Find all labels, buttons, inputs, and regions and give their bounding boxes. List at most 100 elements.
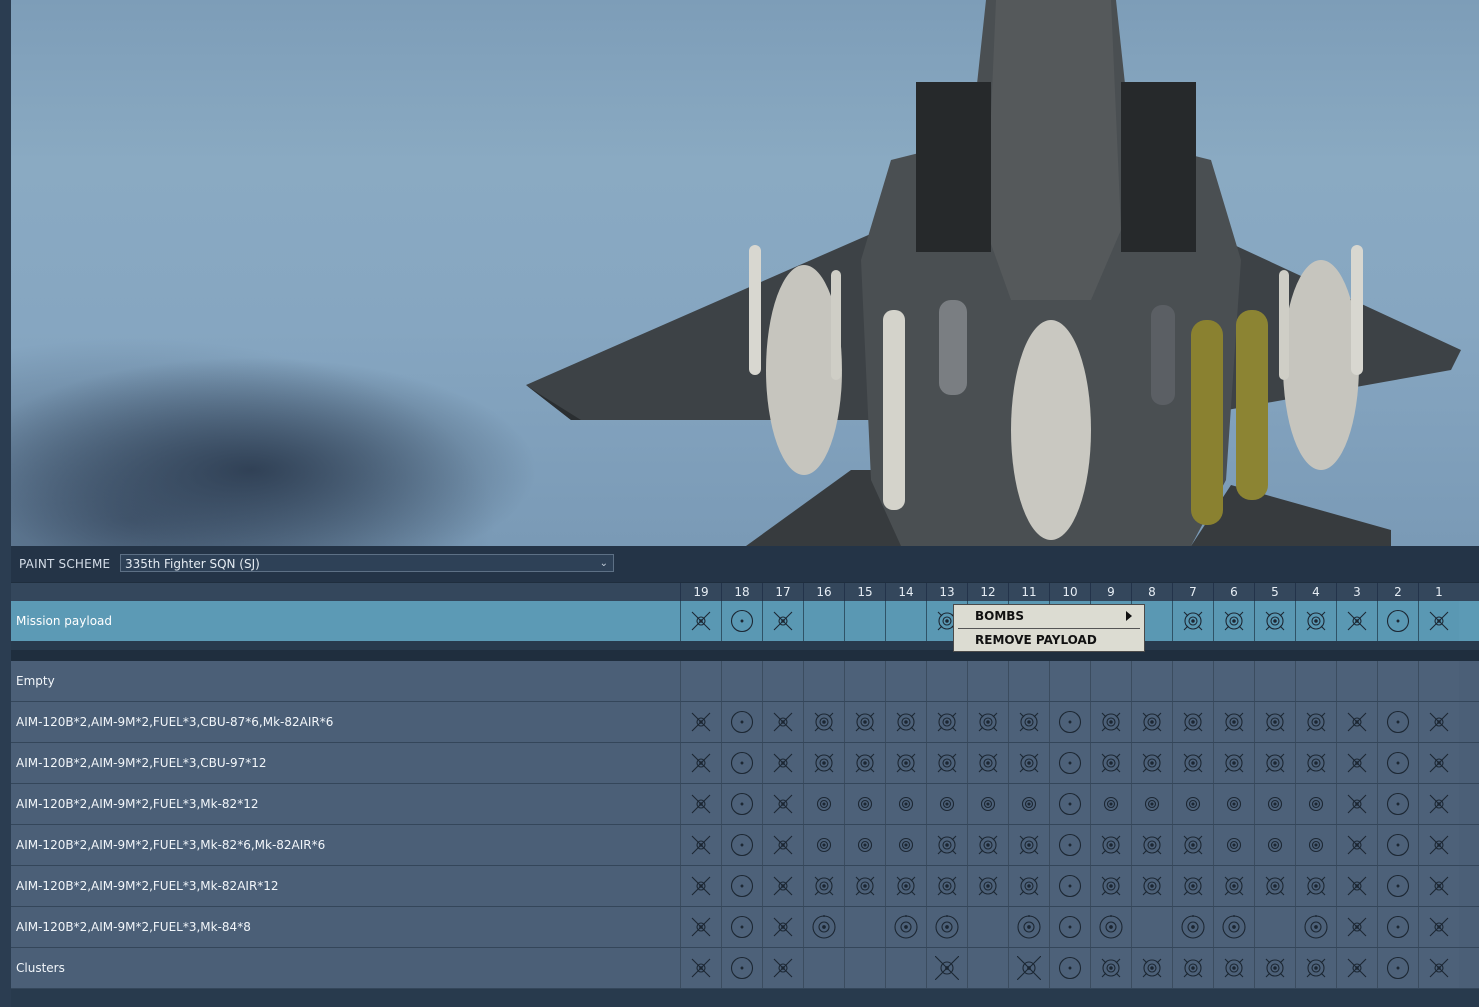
station-cell-19[interactable] bbox=[680, 866, 721, 906]
loadout-row[interactable]: AIM-120B*2,AIM-9M*2,FUEL*3,Mk-82AIR*12 bbox=[11, 866, 1479, 907]
station-cell-11[interactable] bbox=[1008, 661, 1049, 701]
station-cell-5[interactable] bbox=[1254, 743, 1295, 783]
station-cell-4[interactable] bbox=[1295, 866, 1336, 906]
station-cell-5[interactable] bbox=[1254, 866, 1295, 906]
station-cell-18[interactable] bbox=[721, 825, 762, 865]
station-cell-9[interactable] bbox=[1090, 948, 1131, 988]
station-cell-1[interactable] bbox=[1418, 743, 1459, 783]
station-cell-16[interactable] bbox=[803, 601, 844, 641]
station-cell-2[interactable] bbox=[1377, 866, 1418, 906]
station-cell-14[interactable] bbox=[885, 743, 926, 783]
station-cell-12[interactable] bbox=[967, 784, 1008, 824]
station-cell-7[interactable] bbox=[1172, 948, 1213, 988]
station-cell-1[interactable] bbox=[1418, 948, 1459, 988]
station-cell-1[interactable] bbox=[1418, 661, 1459, 701]
station-cell-4[interactable] bbox=[1295, 948, 1336, 988]
station-cell-9[interactable] bbox=[1090, 784, 1131, 824]
station-cell-17[interactable] bbox=[762, 907, 803, 947]
station-cell-9[interactable] bbox=[1090, 661, 1131, 701]
mission-payload-row[interactable]: Mission payload bbox=[11, 601, 1479, 641]
station-cell-13[interactable] bbox=[926, 948, 967, 988]
station-cell-13[interactable] bbox=[926, 702, 967, 742]
station-cell-5[interactable] bbox=[1254, 702, 1295, 742]
station-cell-10[interactable] bbox=[1049, 784, 1090, 824]
station-cell-5[interactable] bbox=[1254, 825, 1295, 865]
station-cell-17[interactable] bbox=[762, 866, 803, 906]
station-cell-10[interactable] bbox=[1049, 661, 1090, 701]
station-cell-7[interactable] bbox=[1172, 601, 1213, 641]
station-cell-15[interactable] bbox=[844, 661, 885, 701]
station-cell-14[interactable] bbox=[885, 907, 926, 947]
station-cell-8[interactable] bbox=[1131, 784, 1172, 824]
station-cell-15[interactable] bbox=[844, 948, 885, 988]
station-cell-10[interactable] bbox=[1049, 825, 1090, 865]
station-cell-10[interactable] bbox=[1049, 948, 1090, 988]
station-cell-4[interactable] bbox=[1295, 661, 1336, 701]
station-cell-4[interactable] bbox=[1295, 601, 1336, 641]
station-cell-18[interactable] bbox=[721, 601, 762, 641]
station-cell-6[interactable] bbox=[1213, 825, 1254, 865]
menu-item-remove-payload[interactable]: REMOVE PAYLOAD bbox=[954, 629, 1144, 652]
station-cell-18[interactable] bbox=[721, 866, 762, 906]
station-cell-7[interactable] bbox=[1172, 661, 1213, 701]
station-cell-4[interactable] bbox=[1295, 825, 1336, 865]
station-cell-7[interactable] bbox=[1172, 907, 1213, 947]
station-cell-3[interactable] bbox=[1336, 907, 1377, 947]
station-cell-1[interactable] bbox=[1418, 907, 1459, 947]
station-cell-1[interactable] bbox=[1418, 825, 1459, 865]
station-cell-5[interactable] bbox=[1254, 784, 1295, 824]
station-cell-6[interactable] bbox=[1213, 601, 1254, 641]
station-cell-2[interactable] bbox=[1377, 743, 1418, 783]
station-cell-19[interactable] bbox=[680, 784, 721, 824]
loadout-row[interactable]: AIM-120B*2,AIM-9M*2,FUEL*3,Mk-84*8 bbox=[11, 907, 1479, 948]
station-cell-12[interactable] bbox=[967, 825, 1008, 865]
station-cell-4[interactable] bbox=[1295, 907, 1336, 947]
loadout-row[interactable]: AIM-120B*2,AIM-9M*2,FUEL*3,CBU-87*6,Mk-8… bbox=[11, 702, 1479, 743]
station-cell-8[interactable] bbox=[1131, 948, 1172, 988]
station-cell-18[interactable] bbox=[721, 702, 762, 742]
station-cell-10[interactable] bbox=[1049, 702, 1090, 742]
station-cell-17[interactable] bbox=[762, 784, 803, 824]
station-cell-8[interactable] bbox=[1131, 866, 1172, 906]
station-cell-14[interactable] bbox=[885, 825, 926, 865]
station-cell-6[interactable] bbox=[1213, 866, 1254, 906]
station-cell-17[interactable] bbox=[762, 825, 803, 865]
station-cell-3[interactable] bbox=[1336, 743, 1377, 783]
station-cell-13[interactable] bbox=[926, 907, 967, 947]
station-cell-8[interactable] bbox=[1131, 743, 1172, 783]
station-cell-9[interactable] bbox=[1090, 702, 1131, 742]
station-cell-7[interactable] bbox=[1172, 784, 1213, 824]
station-cell-6[interactable] bbox=[1213, 661, 1254, 701]
station-cell-11[interactable] bbox=[1008, 702, 1049, 742]
station-cell-19[interactable] bbox=[680, 743, 721, 783]
station-cell-4[interactable] bbox=[1295, 702, 1336, 742]
station-cell-10[interactable] bbox=[1049, 743, 1090, 783]
station-cell-16[interactable] bbox=[803, 784, 844, 824]
station-cell-13[interactable] bbox=[926, 661, 967, 701]
station-cell-18[interactable] bbox=[721, 907, 762, 947]
loadout-row[interactable]: AIM-120B*2,AIM-9M*2,FUEL*3,Mk-82*6,Mk-82… bbox=[11, 825, 1479, 866]
station-cell-17[interactable] bbox=[762, 661, 803, 701]
station-cell-3[interactable] bbox=[1336, 948, 1377, 988]
station-cell-7[interactable] bbox=[1172, 702, 1213, 742]
station-cell-2[interactable] bbox=[1377, 825, 1418, 865]
station-cell-15[interactable] bbox=[844, 907, 885, 947]
station-cell-9[interactable] bbox=[1090, 866, 1131, 906]
station-cell-19[interactable] bbox=[680, 601, 721, 641]
station-cell-15[interactable] bbox=[844, 825, 885, 865]
station-cell-4[interactable] bbox=[1295, 784, 1336, 824]
station-cell-16[interactable] bbox=[803, 907, 844, 947]
station-cell-16[interactable] bbox=[803, 866, 844, 906]
station-cell-6[interactable] bbox=[1213, 702, 1254, 742]
station-cell-3[interactable] bbox=[1336, 661, 1377, 701]
loadout-row[interactable]: AIM-120B*2,AIM-9M*2,FUEL*3,Mk-82*12 bbox=[11, 784, 1479, 825]
station-cell-11[interactable] bbox=[1008, 784, 1049, 824]
station-cell-18[interactable] bbox=[721, 661, 762, 701]
station-cell-6[interactable] bbox=[1213, 907, 1254, 947]
station-cell-6[interactable] bbox=[1213, 948, 1254, 988]
station-cell-5[interactable] bbox=[1254, 661, 1295, 701]
station-cell-15[interactable] bbox=[844, 743, 885, 783]
station-cell-18[interactable] bbox=[721, 948, 762, 988]
station-cell-11[interactable] bbox=[1008, 948, 1049, 988]
station-cell-9[interactable] bbox=[1090, 907, 1131, 947]
